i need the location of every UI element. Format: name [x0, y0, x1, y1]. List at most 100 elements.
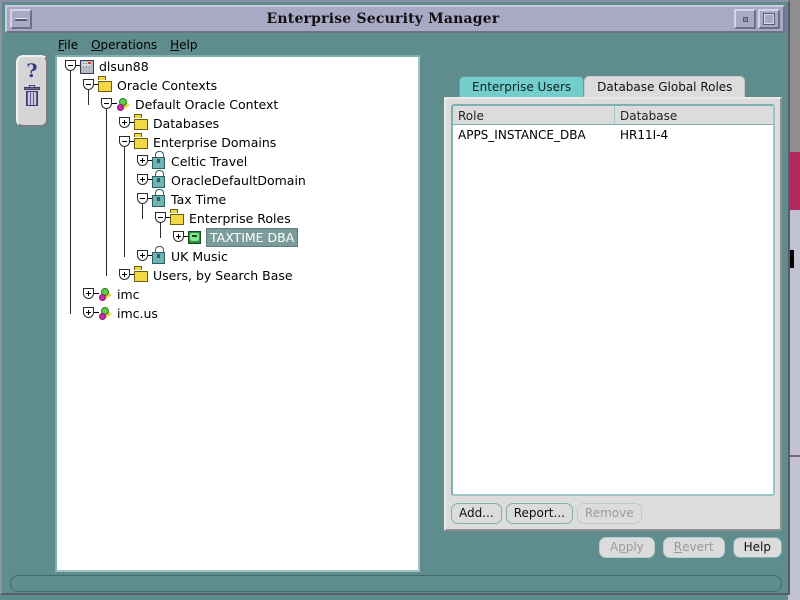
tree-node-label: UK Music: [171, 249, 228, 264]
apply-button: Ap ply: [598, 536, 655, 558]
tree-node-celtic-travel[interactable]: Celtic Travel: [57, 152, 418, 171]
apply-label-post: ply: [625, 539, 644, 554]
expand-handle[interactable]: [119, 269, 135, 282]
tree-node-tax-time[interactable]: Tax Time: [57, 190, 418, 209]
context-icon: [98, 306, 113, 321]
menu-help-rest: elp: [179, 38, 198, 52]
tree-node-label: Celtic Travel: [171, 154, 248, 169]
roles-table[interactable]: Role Database APPS_INSTANCE_DBA HR11I-4: [451, 104, 775, 496]
tab-database-global-roles[interactable]: Database Global Roles: [584, 76, 746, 97]
add-button[interactable]: Add...: [451, 502, 502, 524]
application-window: Enterprise Security Manager File Operati…: [0, 0, 790, 595]
collapse-handle[interactable]: [101, 98, 117, 111]
status-bar: [10, 575, 782, 592]
window-title: Enterprise Security Manager: [266, 11, 500, 27]
expand-handle[interactable]: [173, 231, 189, 244]
table-row[interactable]: APPS_INSTANCE_DBA HR11I-4: [453, 125, 773, 144]
host-icon: [80, 59, 95, 74]
maximize-icon[interactable]: [758, 9, 780, 29]
folder-icon: [170, 212, 185, 226]
tree-node-label: Oracle Contexts: [117, 78, 218, 93]
lock-icon: [152, 193, 167, 207]
expand-handle[interactable]: [83, 307, 99, 320]
folder-icon: [134, 117, 149, 131]
tree-node-label: Databases: [153, 116, 220, 131]
help-button[interactable]: Help: [732, 536, 782, 558]
expand-handle[interactable]: [83, 288, 99, 301]
tab-content-panel: Role Database APPS_INSTANCE_DBA HR11I-4 A…: [444, 97, 782, 531]
role-icon: [188, 230, 203, 245]
table-cell-database: HR11I-4: [620, 127, 669, 142]
expand-handle[interactable]: [137, 250, 153, 263]
maximize-glyph: [763, 13, 775, 25]
dialog-action-buttons: Ap ply Revert Help: [444, 535, 782, 559]
expand-handle[interactable]: [137, 174, 153, 187]
context-icon: [98, 287, 113, 302]
tree-node-label: Enterprise Domains: [153, 135, 277, 150]
table-header-row: Role Database: [453, 106, 773, 125]
tree-node-label: OracleDefaultDomain: [171, 173, 306, 188]
tree-node-oracle-contexts[interactable]: Oracle Contexts: [57, 76, 418, 95]
tree-node-label: dlsun88: [99, 59, 149, 74]
left-toolbar: ?: [16, 55, 48, 127]
menu-item-file[interactable]: File: [58, 38, 78, 52]
tree-node-label: TAXTIME DBA: [206, 228, 299, 247]
collapse-handle[interactable]: [83, 79, 99, 92]
tree-node-uk-music[interactable]: UK Music: [57, 247, 418, 266]
title-bar: Enterprise Security Manager: [5, 5, 785, 33]
tree-node-label: Users, by Search Base: [153, 268, 293, 283]
status-bar-text: [11, 576, 781, 580]
apply-mnemonic: p: [618, 539, 626, 554]
folder-icon: [98, 79, 113, 93]
minimize-glyph: [742, 16, 748, 22]
revert-button: Revert: [662, 536, 725, 558]
tree-node-oracledefaultdomain[interactable]: OracleDefaultDomain: [57, 171, 418, 190]
trash-body: [26, 91, 38, 106]
lock-icon: [152, 174, 167, 188]
tree-node-imc-us[interactable]: imc.us: [57, 304, 418, 323]
tree-node-default-oracle-context[interactable]: Default Oracle Context: [57, 95, 418, 114]
menu-operations-mnemonic: O: [91, 38, 101, 52]
trash-can-icon[interactable]: [23, 85, 41, 108]
navigation-tree-panel[interactable]: dlsun88 Oracle Contexts Default Oracle Con…: [55, 55, 420, 572]
menu-item-help[interactable]: Help: [170, 38, 197, 52]
window-menu-icon[interactable]: [10, 9, 32, 29]
tree-node-dlsun88[interactable]: dlsun88: [57, 57, 418, 76]
apply-label-pre: A: [609, 539, 619, 554]
tree-node-taxtime-dba[interactable]: TAXTIME DBA: [57, 228, 418, 247]
table-body: APPS_INSTANCE_DBA HR11I-4: [453, 125, 773, 144]
folder-icon: [134, 136, 149, 150]
expand-handle[interactable]: [137, 155, 153, 168]
tree-node-databases[interactable]: Databases: [57, 114, 418, 133]
tree-node-enterprise-domains[interactable]: Enterprise Domains: [57, 133, 418, 152]
table-column-role[interactable]: Role: [453, 106, 615, 124]
tree-rows: dlsun88 Oracle Contexts Default Oracle Con…: [57, 57, 418, 323]
remove-button: Remove: [576, 502, 642, 524]
table-column-database[interactable]: Database: [615, 106, 677, 124]
menu-item-operations[interactable]: Operations: [91, 38, 157, 52]
context-icon: [116, 97, 131, 112]
tree-node-label: imc.us: [117, 306, 158, 321]
minimize-icon[interactable]: [734, 9, 756, 29]
background-window-mark: [790, 250, 794, 268]
revert-label-post: evert: [682, 539, 714, 554]
folder-icon: [134, 269, 149, 283]
tree-node-users-by-search-base[interactable]: Users, by Search Base: [57, 266, 418, 285]
menu-operations-rest: perations: [100, 38, 158, 52]
tree-node-label: Enterprise Roles: [189, 211, 291, 226]
collapse-handle[interactable]: [137, 193, 153, 206]
collapse-handle[interactable]: [65, 60, 81, 73]
report-button[interactable]: Report...: [505, 502, 573, 524]
question-mark-icon[interactable]: ?: [26, 61, 37, 81]
tree-node-enterprise-roles[interactable]: Enterprise Roles: [57, 209, 418, 228]
tab-enterprise-users[interactable]: Enterprise Users: [459, 76, 585, 97]
expand-handle[interactable]: [119, 117, 135, 130]
collapse-handle[interactable]: [119, 136, 135, 149]
window-menu-dash: [15, 17, 27, 21]
tree-node-imc[interactable]: imc: [57, 285, 418, 304]
lock-icon: [152, 250, 167, 264]
collapse-handle[interactable]: [155, 212, 171, 225]
tree-node-label: Tax Time: [171, 192, 227, 207]
right-detail-panel: Enterprise Users Database Global Roles Ro…: [444, 76, 782, 531]
menu-file-rest: ile: [64, 38, 79, 52]
